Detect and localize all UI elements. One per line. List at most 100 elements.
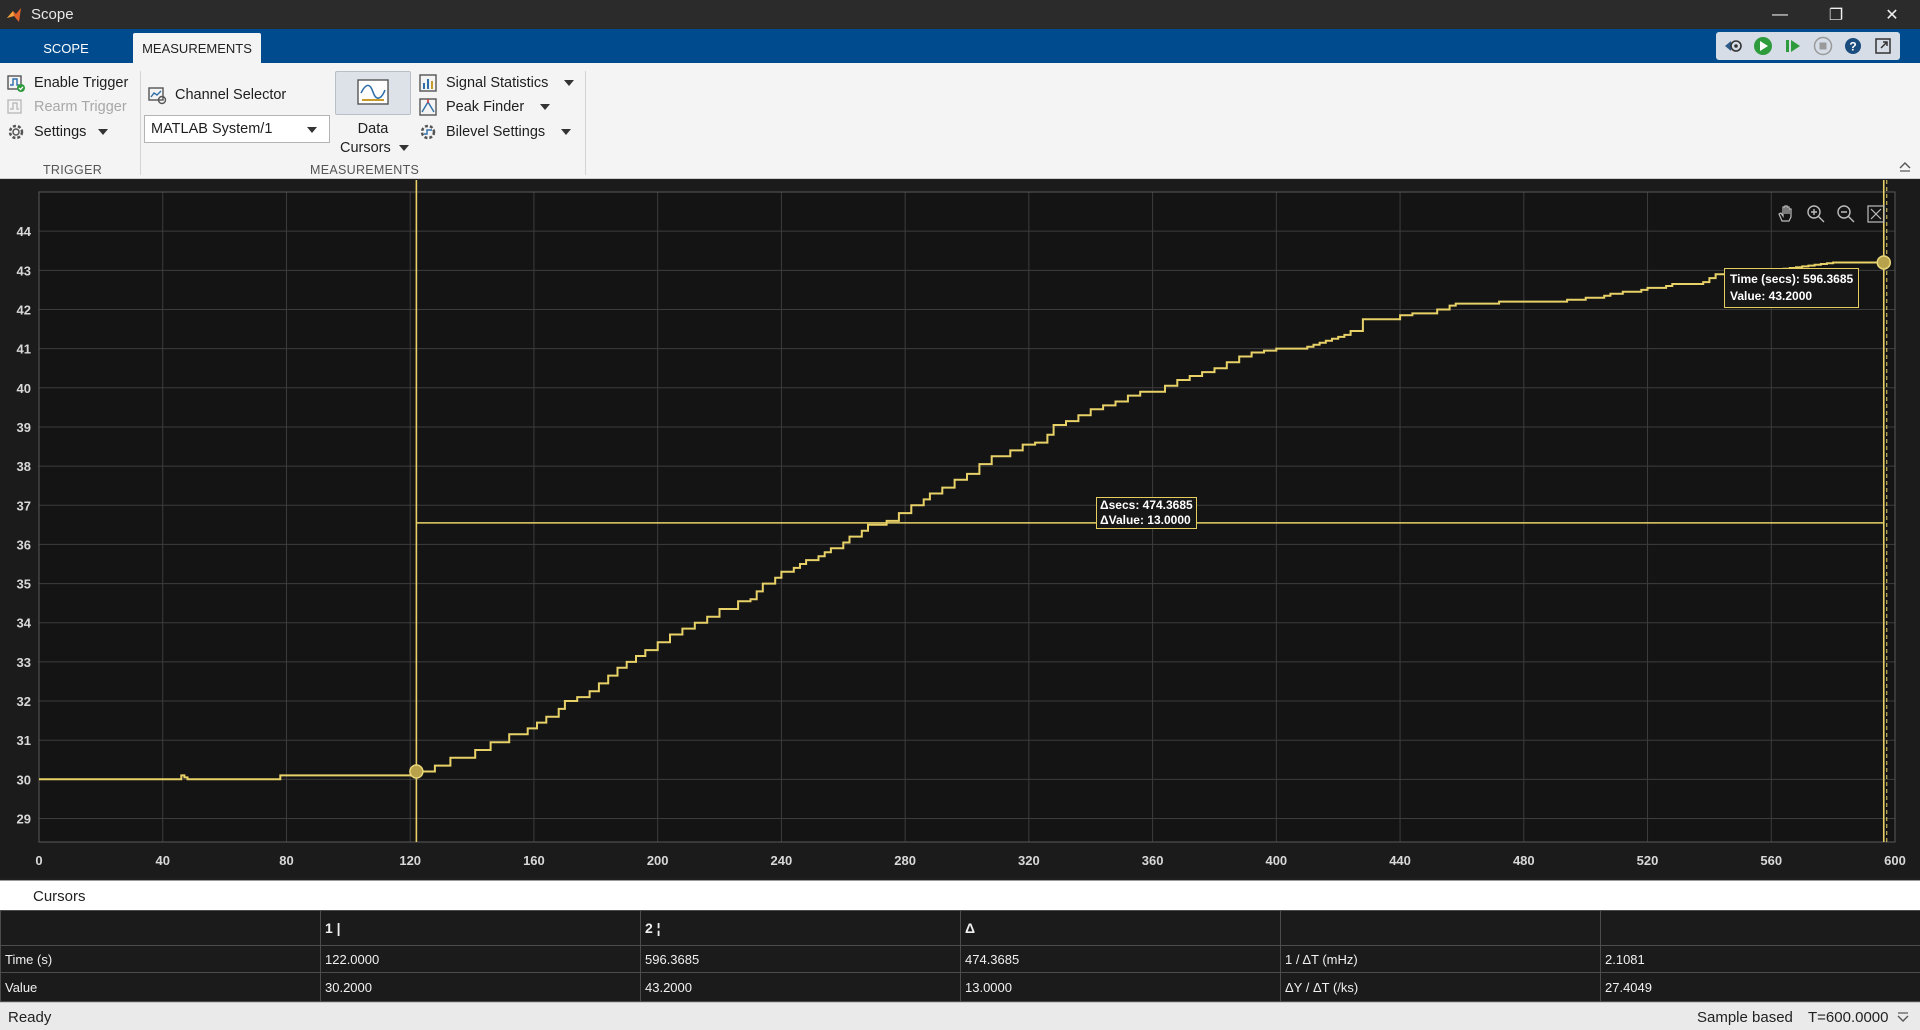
cursor2-value-readout: Value: 43.2000 [1730, 289, 1813, 303]
x-tick-label: 320 [1018, 853, 1040, 868]
plot-toolbar [1774, 202, 1888, 226]
sample-mode-indicator: Sample based [1697, 1009, 1793, 1026]
y-tick-label: 42 [17, 302, 31, 317]
collapse-icon [1899, 162, 1911, 172]
data-cursors-glyph-icon [357, 79, 389, 105]
chevron-down-icon [98, 129, 109, 135]
channel-selector-icon [148, 87, 167, 105]
table-header-cell: 2 ¦ [640, 910, 961, 946]
bilevel-settings-button[interactable]: Bilevel Settings [418, 122, 572, 142]
table-row: Value 30.2000 43.2000 13.0000 ΔY / ΔT (/… [0, 972, 1920, 1002]
cursors-panel-header: Cursors [0, 880, 1920, 910]
bilevel-settings-icon [420, 124, 436, 140]
y-tick-label: 34 [17, 616, 32, 631]
channel-selector-label: Channel Selector [175, 87, 287, 103]
scope-plot[interactable]: 0 40 80 120 160 200 240 280 320 360 400 440 480 520 56… [0, 180, 1920, 878]
peak-finder-button[interactable]: Peak Finder [418, 97, 551, 117]
table-header-cell [1600, 910, 1920, 946]
close-icon: ✕ [1885, 6, 1899, 24]
stop-button[interactable] [1812, 35, 1834, 57]
delta-value-readout: ΔValue: 13.0000 [1100, 513, 1191, 527]
scope-display[interactable]: 0 40 80 120 160 200 240 280 320 360 400 440 480 520 56… [0, 180, 1920, 878]
y-tick-label: 30 [17, 772, 31, 787]
y-tick-label: 41 [17, 342, 31, 357]
y-tick-label: 38 [17, 459, 31, 474]
y-tick-label: 33 [17, 655, 31, 670]
restore-icon: ❐ [1828, 6, 1844, 24]
table-cell: 596.3685 [640, 945, 961, 973]
table-cell: 2.1081 [1600, 945, 1920, 973]
cursor-1-marker [409, 764, 424, 779]
step-forward-button[interactable] [1782, 35, 1804, 57]
x-tick-label: 280 [894, 853, 916, 868]
table-header-row: 1 | 2 ¦ Δ [0, 910, 1920, 946]
minimize-icon: — [1772, 5, 1788, 23]
gear-icon [8, 124, 24, 140]
hand-pan-icon [1778, 205, 1792, 222]
data-cursors-button[interactable]: Data Cursors [334, 69, 412, 175]
zoom-out-button[interactable] [1834, 202, 1858, 226]
minimize-button[interactable]: — [1752, 0, 1808, 29]
rearm-trigger-icon [7, 99, 22, 114]
y-tick-label: 31 [17, 733, 31, 748]
undock-button[interactable] [1872, 35, 1894, 57]
x-tick-label: 520 [1637, 853, 1659, 868]
rearm-trigger-button[interactable]: Rearm Trigger [6, 97, 127, 117]
rearm-trigger-label: Rearm Trigger [34, 99, 127, 115]
step-back-button[interactable] [1722, 35, 1744, 57]
help-icon: ? [1845, 38, 1861, 54]
tab-measurements[interactable]: MEASUREMENTS [133, 33, 261, 63]
table-cell: 122.0000 [320, 945, 641, 973]
trigger-settings-label: Settings [34, 124, 87, 140]
measurements-group-label: MEASUREMENTS [310, 163, 420, 177]
channel-dropdown[interactable]: MATLAB System/1 [144, 115, 330, 143]
cursors-table: 1 | 2 ¦ Δ Time (s) 122.0000 596.3685 474… [0, 910, 1920, 1002]
signal-statistics-button[interactable]: Signal Statistics [418, 73, 575, 93]
chevron-down-icon [398, 145, 409, 151]
collapse-ribbon-button[interactable] [1898, 160, 1912, 175]
stop-icon [1813, 36, 1833, 56]
table-header-cell [0, 910, 321, 946]
table-cell: 1 / ΔT (mHz) [1280, 945, 1601, 973]
close-button[interactable]: ✕ [1864, 0, 1920, 29]
chevron-down-icon [561, 129, 572, 135]
table-cell: 474.3685 [960, 945, 1281, 973]
window-title: Scope [31, 6, 74, 23]
matlab-logo-icon [7, 7, 21, 22]
peak-finder-label: Peak Finder [446, 99, 525, 115]
title-bar: Scope — ❐ ✕ [0, 0, 1920, 29]
autoscale-button[interactable] [1864, 202, 1888, 226]
autoscale-icon [1867, 205, 1885, 223]
status-bar: Ready Sample based T=600.0000 [0, 1002, 1920, 1030]
table-cell: Value [0, 972, 321, 1002]
y-tick-label: 40 [17, 381, 31, 396]
data-cursors-label-line1: Data [357, 121, 389, 137]
y-tick-label: 37 [17, 498, 31, 513]
trigger-settings-button[interactable]: Settings [6, 122, 109, 142]
x-tick-label: 480 [1513, 853, 1535, 868]
status-bar-menu-button[interactable] [1896, 1010, 1910, 1027]
zoom-in-button[interactable] [1804, 202, 1828, 226]
signal-statistics-label: Signal Statistics [446, 75, 549, 91]
channel-selector: Channel Selector [147, 85, 286, 105]
x-tick-label: 160 [523, 853, 545, 868]
data-cursors-label-line2: Cursors [340, 140, 409, 156]
x-tick-label: 440 [1389, 853, 1411, 868]
y-tick-label: 35 [17, 577, 31, 592]
restore-button[interactable]: ❐ [1808, 0, 1864, 29]
enable-trigger-button[interactable]: Enable Trigger [6, 73, 128, 93]
x-tick-label: 600 [1884, 853, 1906, 868]
cursors-panel-title: Cursors [33, 888, 86, 905]
run-button[interactable] [1752, 35, 1774, 57]
run-icon [1754, 37, 1772, 55]
zoom-out-icon [1837, 205, 1855, 223]
delta-tooltip: Δsecs: 474.3685 ΔValue: 13.0000 [1096, 497, 1197, 529]
table-cell: Time (s) [0, 945, 321, 973]
x-tick-label: 240 [771, 853, 793, 868]
tab-scope[interactable]: SCOPE [0, 33, 132, 63]
chevron-down-icon [540, 104, 551, 110]
help-button[interactable]: ? [1842, 35, 1864, 57]
pan-button[interactable] [1774, 202, 1798, 226]
table-header-cell: 1 | [320, 910, 641, 946]
ribbon-tab-strip: SCOPE MEASUREMENTS ? [0, 29, 1920, 63]
